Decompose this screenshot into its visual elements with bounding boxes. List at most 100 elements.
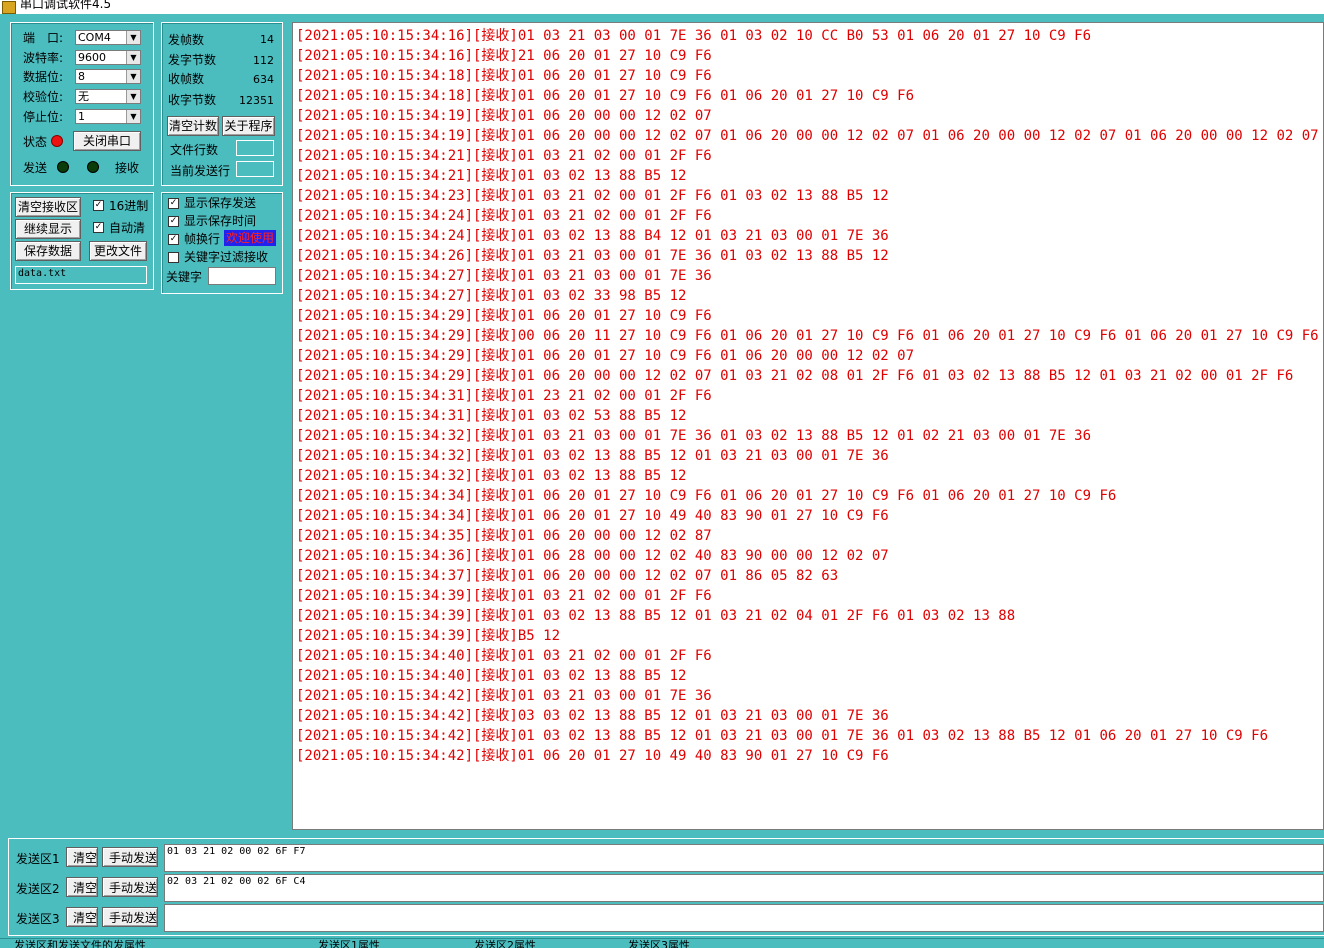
log-line: [2021:05:10:15:34:26][接收]01 03 21 03 00 … bbox=[296, 248, 889, 264]
log-line: [2021:05:10:15:34:42][接收]01 06 20 01 27 … bbox=[296, 748, 889, 764]
file-lines-field bbox=[236, 140, 274, 156]
frame-newline-checkbox[interactable]: ✓ bbox=[168, 234, 179, 245]
keyword-filter-label: 关键字过滤接收 bbox=[184, 250, 269, 264]
log-line: [2021:05:10:15:34:18][接收]01 06 20 01 27 … bbox=[296, 68, 712, 84]
log-line: [2021:05:10:15:34:32][接收]01 03 21 03 00 … bbox=[296, 428, 1092, 444]
sent-bytes-label: 发字节数 bbox=[168, 53, 217, 67]
clear-receive-button[interactable]: 清空接收区 bbox=[15, 197, 81, 217]
log-line: [2021:05:10:15:34:21][接收]01 03 02 13 88 … bbox=[296, 168, 687, 184]
send-area-input[interactable]: 02 03 21 02 00 02 6F C4 bbox=[164, 874, 1324, 902]
send-area-value: 02 03 21 02 00 02 6F C4 bbox=[167, 876, 306, 887]
send-led-icon bbox=[57, 161, 69, 173]
close-port-button[interactable]: 关闭串口 bbox=[73, 131, 141, 151]
log-line: [2021:05:10:15:34:42][接收]03 03 02 13 88 … bbox=[296, 708, 889, 724]
databits-label: 数据位: bbox=[23, 70, 64, 84]
stopbits-value: 1 bbox=[78, 110, 85, 123]
send-area-clear-button[interactable]: 清空 bbox=[66, 907, 98, 927]
auto-clear-label: 自动清 bbox=[109, 221, 146, 235]
chevron-down-icon[interactable]: ▼ bbox=[126, 51, 140, 64]
log-line: [2021:05:10:15:34:39][接收]01 03 02 13 88 … bbox=[296, 608, 1016, 624]
hex-label: 16进制 bbox=[109, 199, 149, 213]
send-indicator-label: 发送 bbox=[23, 161, 48, 175]
manual-send-button[interactable]: 手动发送 bbox=[102, 847, 158, 867]
baud-value: 9600 bbox=[78, 51, 106, 64]
receive-log[interactable]: [2021:05:10:15:34:16][接收]01 03 21 03 00 … bbox=[292, 22, 1324, 830]
window-title: 串口调试软件4.5 bbox=[20, 0, 112, 11]
show-save-time-checkbox[interactable]: ✓ bbox=[168, 216, 179, 227]
app-icon bbox=[2, 1, 16, 14]
keyword-input[interactable] bbox=[208, 267, 276, 285]
recv-frames-label: 收帧数 bbox=[168, 72, 205, 86]
show-save-time-label: 显示保存时间 bbox=[184, 214, 257, 228]
log-line: [2021:05:10:15:34:39][接收]01 03 21 02 00 … bbox=[296, 588, 712, 604]
log-line: [2021:05:10:15:34:27][接收]01 03 02 33 98 … bbox=[296, 288, 687, 304]
manual-send-button[interactable]: 手动发送 bbox=[102, 907, 158, 927]
send-area-value: 01 03 21 02 00 02 6F F7 bbox=[167, 846, 306, 857]
log-line: [2021:05:10:15:34:18][接收]01 06 20 01 27 … bbox=[296, 88, 915, 104]
change-file-button[interactable]: 更改文件 bbox=[89, 241, 147, 261]
current-send-line-label: 当前发送行 bbox=[170, 164, 231, 178]
parity-select[interactable]: 无 ▼ bbox=[75, 89, 141, 104]
show-save-send-checkbox[interactable]: ✓ bbox=[168, 198, 179, 209]
baud-label: 波特率: bbox=[23, 51, 64, 65]
port-label: 端 口: bbox=[23, 31, 64, 45]
chevron-down-icon[interactable]: ▼ bbox=[126, 70, 140, 83]
log-line: [2021:05:10:15:34:16][接收]21 06 20 01 27 … bbox=[296, 48, 712, 64]
clear-count-button[interactable]: 清空计数 bbox=[167, 116, 219, 136]
log-line: [2021:05:10:15:34:40][接收]01 03 02 13 88 … bbox=[296, 668, 687, 684]
counters-group: 发帧数 14 发字节数 112 收帧数 634 收字节数 12351 清空计数 … bbox=[161, 22, 283, 186]
status-label: 状态 bbox=[23, 135, 48, 149]
log-line: [2021:05:10:15:34:24][接收]01 03 21 02 00 … bbox=[296, 208, 712, 224]
welcome-badge: 欢迎使用 bbox=[224, 230, 277, 246]
log-line: [2021:05:10:15:34:29][接收]01 06 20 01 27 … bbox=[296, 348, 915, 364]
log-line: [2021:05:10:15:34:24][接收]01 03 02 13 88 … bbox=[296, 228, 889, 244]
about-button[interactable]: 关于程序 bbox=[222, 116, 275, 136]
keyword-filter-checkbox[interactable] bbox=[168, 252, 179, 263]
display-options-group: ✓ 显示保存发送 ✓ 显示保存时间 ✓ 帧换行 欢迎使用 关键字过滤接收 关键字 bbox=[161, 192, 283, 294]
recv-frames-value: 634 bbox=[253, 73, 274, 86]
stopbits-select[interactable]: 1 ▼ bbox=[75, 109, 141, 124]
frame-newline-label: 帧换行 bbox=[184, 232, 221, 246]
send-area-input[interactable]: 01 03 21 02 00 02 6F F7 bbox=[164, 844, 1324, 872]
chevron-down-icon[interactable]: ▼ bbox=[126, 31, 140, 44]
send-area-input[interactable] bbox=[164, 904, 1324, 932]
chevron-down-icon[interactable]: ▼ bbox=[126, 90, 140, 103]
port-select[interactable]: COM4 ▼ bbox=[75, 30, 141, 45]
hex-checkbox[interactable]: ✓ bbox=[93, 200, 104, 211]
log-line: [2021:05:10:15:34:27][接收]01 03 21 03 00 … bbox=[296, 268, 712, 284]
log-line: [2021:05:10:15:34:16][接收]01 03 21 03 00 … bbox=[296, 28, 1092, 44]
log-line: [2021:05:10:15:34:36][接收]01 06 28 00 00 … bbox=[296, 548, 889, 564]
databits-select[interactable]: 8 ▼ bbox=[75, 69, 141, 84]
chevron-down-icon[interactable]: ▼ bbox=[126, 110, 140, 123]
sent-frames-value: 14 bbox=[260, 33, 274, 46]
send-area-label: 发送区1 bbox=[16, 852, 60, 866]
log-line: [2021:05:10:15:34:29][接收]00 06 20 11 27 … bbox=[296, 328, 1319, 344]
log-line: [2021:05:10:15:34:19][接收]01 06 20 00 00 … bbox=[296, 128, 1319, 144]
log-line: [2021:05:10:15:34:42][接收]01 03 02 13 88 … bbox=[296, 728, 1269, 744]
send-area-clear-button[interactable]: 清空 bbox=[66, 877, 98, 897]
log-line: [2021:05:10:15:34:23][接收]01 03 21 02 00 … bbox=[296, 188, 889, 204]
recv-bytes-value: 12351 bbox=[239, 94, 274, 107]
continue-display-button[interactable]: 继续显示 bbox=[15, 219, 81, 239]
auto-clear-checkbox[interactable]: ✓ bbox=[93, 222, 104, 233]
port-settings-group: 端 口: COM4 ▼ 波特率: 9600 ▼ 数据位: 8 ▼ 校验位: 无 … bbox=[10, 22, 154, 186]
log-line: [2021:05:10:15:34:37][接收]01 06 20 00 00 … bbox=[296, 568, 839, 584]
port-value: COM4 bbox=[78, 31, 111, 44]
log-line: [2021:05:10:15:34:31][接收]01 23 21 02 00 … bbox=[296, 388, 712, 404]
save-data-button[interactable]: 保存数据 bbox=[15, 241, 81, 261]
file-name-field[interactable]: data.txt bbox=[15, 266, 147, 284]
log-line: [2021:05:10:15:34:39][接收]B5 12 bbox=[296, 628, 561, 644]
file-lines-label: 文件行数 bbox=[170, 143, 219, 157]
sent-frames-label: 发帧数 bbox=[168, 33, 205, 47]
log-line: [2021:05:10:15:34:31][接收]01 03 02 53 88 … bbox=[296, 408, 687, 424]
log-line: [2021:05:10:15:34:35][接收]01 06 20 00 00 … bbox=[296, 528, 712, 544]
log-line: [2021:05:10:15:34:29][接收]01 06 20 01 27 … bbox=[296, 308, 712, 324]
log-line: [2021:05:10:15:34:19][接收]01 06 20 00 00 … bbox=[296, 108, 712, 124]
manual-send-button[interactable]: 手动发送 bbox=[102, 877, 158, 897]
keyword-label: 关键字 bbox=[166, 270, 203, 284]
baud-select[interactable]: 9600 ▼ bbox=[75, 50, 141, 65]
send-area-clear-button[interactable]: 清空 bbox=[66, 847, 98, 867]
title-bar: 串口调试软件4.5 bbox=[0, 0, 1324, 14]
log-line: [2021:05:10:15:34:34][接收]01 06 20 01 27 … bbox=[296, 488, 1117, 504]
file-name-value: data.txt bbox=[18, 268, 67, 279]
